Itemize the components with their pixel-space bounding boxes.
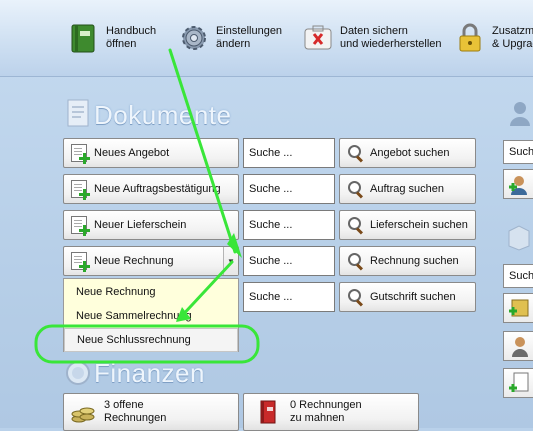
new-lieferschein-button[interactable]: Neuer Lieferschein [63, 210, 239, 240]
finance-section-icon [64, 359, 92, 390]
contacts-section-icon [507, 98, 533, 131]
gutschrift-search-text: Suche ... [249, 291, 293, 303]
toolbar-handbuch-line1: Handbuch [106, 25, 157, 37]
lieferschein-search-label: Lieferschein suchen [370, 219, 468, 231]
rechnungen-mahnen-line2: zu mahnen [290, 412, 345, 424]
toolbar-handbuch-button[interactable]: Handbuch öffnen [68, 18, 156, 58]
lieferschein-search-input[interactable]: Suche ... [243, 210, 335, 240]
magnifier-icon [346, 288, 364, 307]
rechnung-dropdown-menu: Neue Rechnung Neue Sammelrechnung Neue S… [63, 278, 239, 352]
new-auftrag-button[interactable]: Neue Auftragsbestätigung [63, 174, 239, 204]
product-search-input[interactable]: Such [503, 264, 533, 288]
offene-rechnungen-line2: Rechnungen [104, 412, 167, 424]
magnifier-icon [346, 252, 364, 271]
toolbar-zusatzmodule-line2: & Upgrad [492, 38, 533, 50]
menu-item-neue-sammelrechnung[interactable]: Neue Sammelrechnung [64, 304, 238, 328]
offene-rechnungen-button[interactable]: 3 offene Rechnungen [63, 393, 239, 431]
toolbar: Handbuch öffnen Einstellungen ändern Daten… [0, 0, 533, 77]
new-item-button[interactable] [503, 368, 533, 398]
lieferschein-search-button[interactable]: Lieferschein suchen [339, 210, 476, 240]
book-icon [68, 22, 100, 54]
auftrag-search-text: Suche ... [249, 183, 293, 195]
product-section-icon [505, 222, 533, 255]
lock-icon [454, 22, 486, 54]
new-auftrag-label: Neue Auftragsbestätigung [94, 183, 221, 195]
toolbar-einstellungen-line2: ändern [216, 38, 251, 50]
toolbar-zusatzmodule-line1: Zusatzm [492, 25, 533, 37]
document-section-icon [66, 98, 92, 131]
new-document-icon [70, 180, 90, 200]
new-rechnung-button[interactable]: Neue Rechnung ▼ [63, 246, 239, 276]
chevron-down-icon[interactable]: ▼ [223, 247, 238, 275]
rechnung-search-label: Rechnung suchen [370, 255, 459, 267]
first-aid-icon [302, 22, 334, 54]
gutschrift-search-button[interactable]: Gutschrift suchen [339, 282, 476, 312]
coins-icon [70, 399, 96, 425]
magnifier-icon [346, 144, 364, 163]
product-search-text: Such [509, 270, 533, 282]
new-document-icon [70, 216, 90, 236]
toolbar-zusatzmodule-button[interactable]: Zusatzm& Upgrad [454, 18, 533, 58]
angebot-search-button[interactable]: Angebot suchen [339, 138, 476, 168]
angebot-search-label: Angebot suchen [370, 147, 450, 159]
new-lieferschein-label: Neuer Lieferschein [94, 219, 187, 231]
toolbar-daten-sichern-line1: Daten sichern [340, 25, 408, 37]
menu-item-neue-rechnung[interactable]: Neue Rechnung [64, 280, 238, 304]
rechnungen-mahnen-button[interactable]: 0 Rechnungen zu mahnen [243, 393, 419, 431]
new-product-button[interactable] [503, 293, 533, 323]
rechnung-search-text: Suche ... [249, 255, 293, 267]
finanzen-title: Finanzen [94, 358, 205, 388]
new-contact-button[interactable] [503, 169, 533, 199]
gutschrift-search-label: Gutschrift suchen [370, 291, 456, 303]
app-window: Handbuch öffnen Einstellungen ändern Daten… [0, 0, 533, 431]
toolbar-daten-sichern-button[interactable]: Daten sichern und wiederherstellen [302, 18, 442, 58]
contact-search-text: Such [509, 146, 533, 158]
angebot-search-input[interactable]: Suche ... [243, 138, 335, 168]
new-document-icon [70, 252, 90, 272]
dokumente-title: Dokumente [94, 100, 232, 130]
auftrag-search-label: Auftrag suchen [370, 183, 444, 195]
rechnung-search-button[interactable]: Rechnung suchen [339, 246, 476, 276]
auftrag-search-button[interactable]: Auftrag suchen [339, 174, 476, 204]
auftrag-search-input[interactable]: Suche ... [243, 174, 335, 204]
angebot-search-text: Suche ... [249, 147, 293, 159]
menu-item-neue-schlussrechnung[interactable]: Neue Schlussrechnung [64, 328, 238, 352]
user-button[interactable] [503, 331, 533, 361]
offene-rechnungen-line1: 3 offene [104, 399, 144, 411]
contact-search-input[interactable]: Such [503, 140, 533, 164]
toolbar-einstellungen-line1: Einstellungen [216, 25, 283, 37]
magnifier-icon [346, 216, 364, 235]
rechnungen-mahnen-line1: 0 Rechnungen [290, 399, 362, 411]
toolbar-daten-sichern-line2: und wiederherstellen [340, 38, 442, 50]
gutschrift-search-input[interactable]: Suche ... [243, 282, 335, 312]
lieferschein-search-text: Suche ... [249, 219, 293, 231]
new-rechnung-label: Neue Rechnung [94, 255, 174, 267]
new-document-icon [70, 144, 90, 164]
new-angebot-button[interactable]: Neues Angebot [63, 138, 239, 168]
toolbar-handbuch-line2: öffnen [106, 38, 137, 50]
rechnung-search-input[interactable]: Suche ... [243, 246, 335, 276]
gear-icon [178, 22, 210, 54]
binder-icon [256, 399, 282, 425]
magnifier-icon [346, 180, 364, 199]
new-angebot-label: Neues Angebot [94, 147, 170, 159]
toolbar-einstellungen-button[interactable]: Einstellungen ändern [178, 18, 282, 58]
